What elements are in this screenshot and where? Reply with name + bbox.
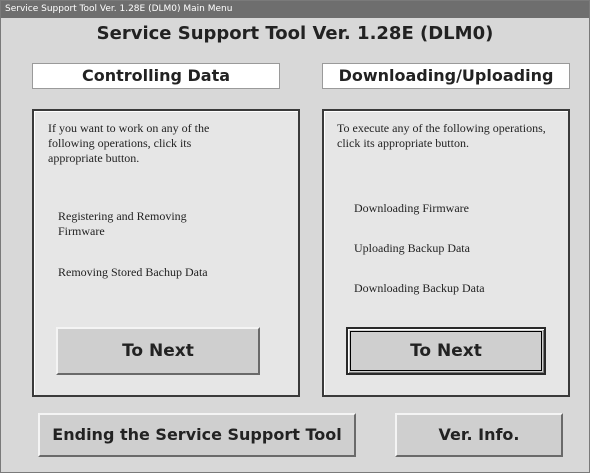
controlling-data-header: Controlling Data xyxy=(32,63,280,89)
controlling-data-panel: If you want to work on any of the follow… xyxy=(32,109,300,397)
version-info-button[interactable]: Ver. Info. xyxy=(395,413,563,457)
downloading-backup-data-item: Downloading Backup Data xyxy=(354,281,485,295)
downloading-uploading-header: Downloading/Uploading xyxy=(322,63,570,89)
page-title: Service Support Tool Ver. 1.28E (DLM0) xyxy=(96,23,494,44)
window-title-bar: Service Support Tool Ver. 1.28E (DLM0) M… xyxy=(1,1,589,18)
removing-stored-backup-data-item: Removing Stored Bachup Data xyxy=(58,265,208,279)
downloading-uploading-panel: To execute any of the following operatio… xyxy=(322,109,570,397)
controlling-data-instruction: If you want to work on any of the follow… xyxy=(48,121,210,165)
downloading-uploading-to-next-button[interactable]: To Next xyxy=(346,327,546,375)
registering-removing-firmware-item: Registering and Removing Firmware xyxy=(58,209,187,238)
controlling-data-to-next-button[interactable]: To Next xyxy=(56,327,260,375)
uploading-backup-data-item: Uploading Backup Data xyxy=(354,241,470,255)
downloading-uploading-instruction: To execute any of the following operatio… xyxy=(337,121,546,150)
downloading-firmware-item: Downloading Firmware xyxy=(354,201,469,215)
end-service-support-tool-button[interactable]: Ending the Service Support Tool xyxy=(38,413,356,457)
main-menu-window: Service Support Tool Ver. 1.28E (DLM0) M… xyxy=(0,0,590,473)
